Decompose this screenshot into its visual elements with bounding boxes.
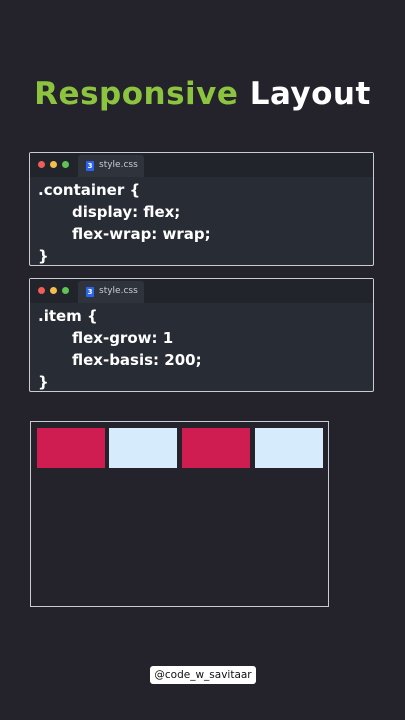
minimize-window-dot[interactable] — [50, 287, 57, 294]
maximize-window-dot[interactable] — [62, 161, 69, 168]
close-window-dot[interactable] — [38, 287, 45, 294]
flex-item — [109, 428, 177, 468]
title-word-layout: Layout — [249, 76, 371, 112]
code-block: .item { flex-grow: 1 flex-basis: 200; } — [30, 303, 373, 393]
flex-demo-container — [30, 421, 329, 607]
code-block: .container { display: flex; flex-wrap: w… — [30, 177, 373, 267]
code-line: display: flex; — [72, 203, 181, 221]
flex-item — [255, 428, 323, 468]
code-line: } — [38, 373, 49, 391]
code-line: } — [38, 247, 49, 265]
code-line: .item { — [38, 307, 98, 325]
editor-tab[interactable]: 3 style.css — [78, 155, 144, 177]
code-editor-container: 3 style.css .container { display: flex; … — [29, 152, 374, 266]
editor-tab-bar: 3 style.css — [30, 153, 373, 177]
close-window-dot[interactable] — [38, 161, 45, 168]
flex-item — [37, 428, 105, 468]
tab-label: style.css — [99, 286, 138, 296]
code-line: .container { — [38, 181, 141, 199]
page-title: Responsive Layout — [0, 76, 405, 112]
tab-label: style.css — [99, 160, 138, 170]
code-editor-item: 3 style.css .item { flex-grow: 1 flex-ba… — [29, 278, 374, 392]
minimize-window-dot[interactable] — [50, 161, 57, 168]
flex-item — [182, 428, 250, 468]
code-line: flex-grow: 1 — [72, 329, 174, 347]
code-line: flex-basis: 200; — [72, 351, 202, 369]
css3-icon: 3 — [86, 161, 94, 171]
editor-tab-bar: 3 style.css — [30, 279, 373, 303]
title-word-responsive: Responsive — [34, 76, 239, 112]
creator-handle[interactable]: @code_w_savitaar — [150, 666, 256, 684]
css3-icon: 3 — [86, 287, 94, 297]
editor-tab[interactable]: 3 style.css — [78, 281, 144, 303]
maximize-window-dot[interactable] — [62, 287, 69, 294]
code-line: flex-wrap: wrap; — [72, 225, 211, 243]
